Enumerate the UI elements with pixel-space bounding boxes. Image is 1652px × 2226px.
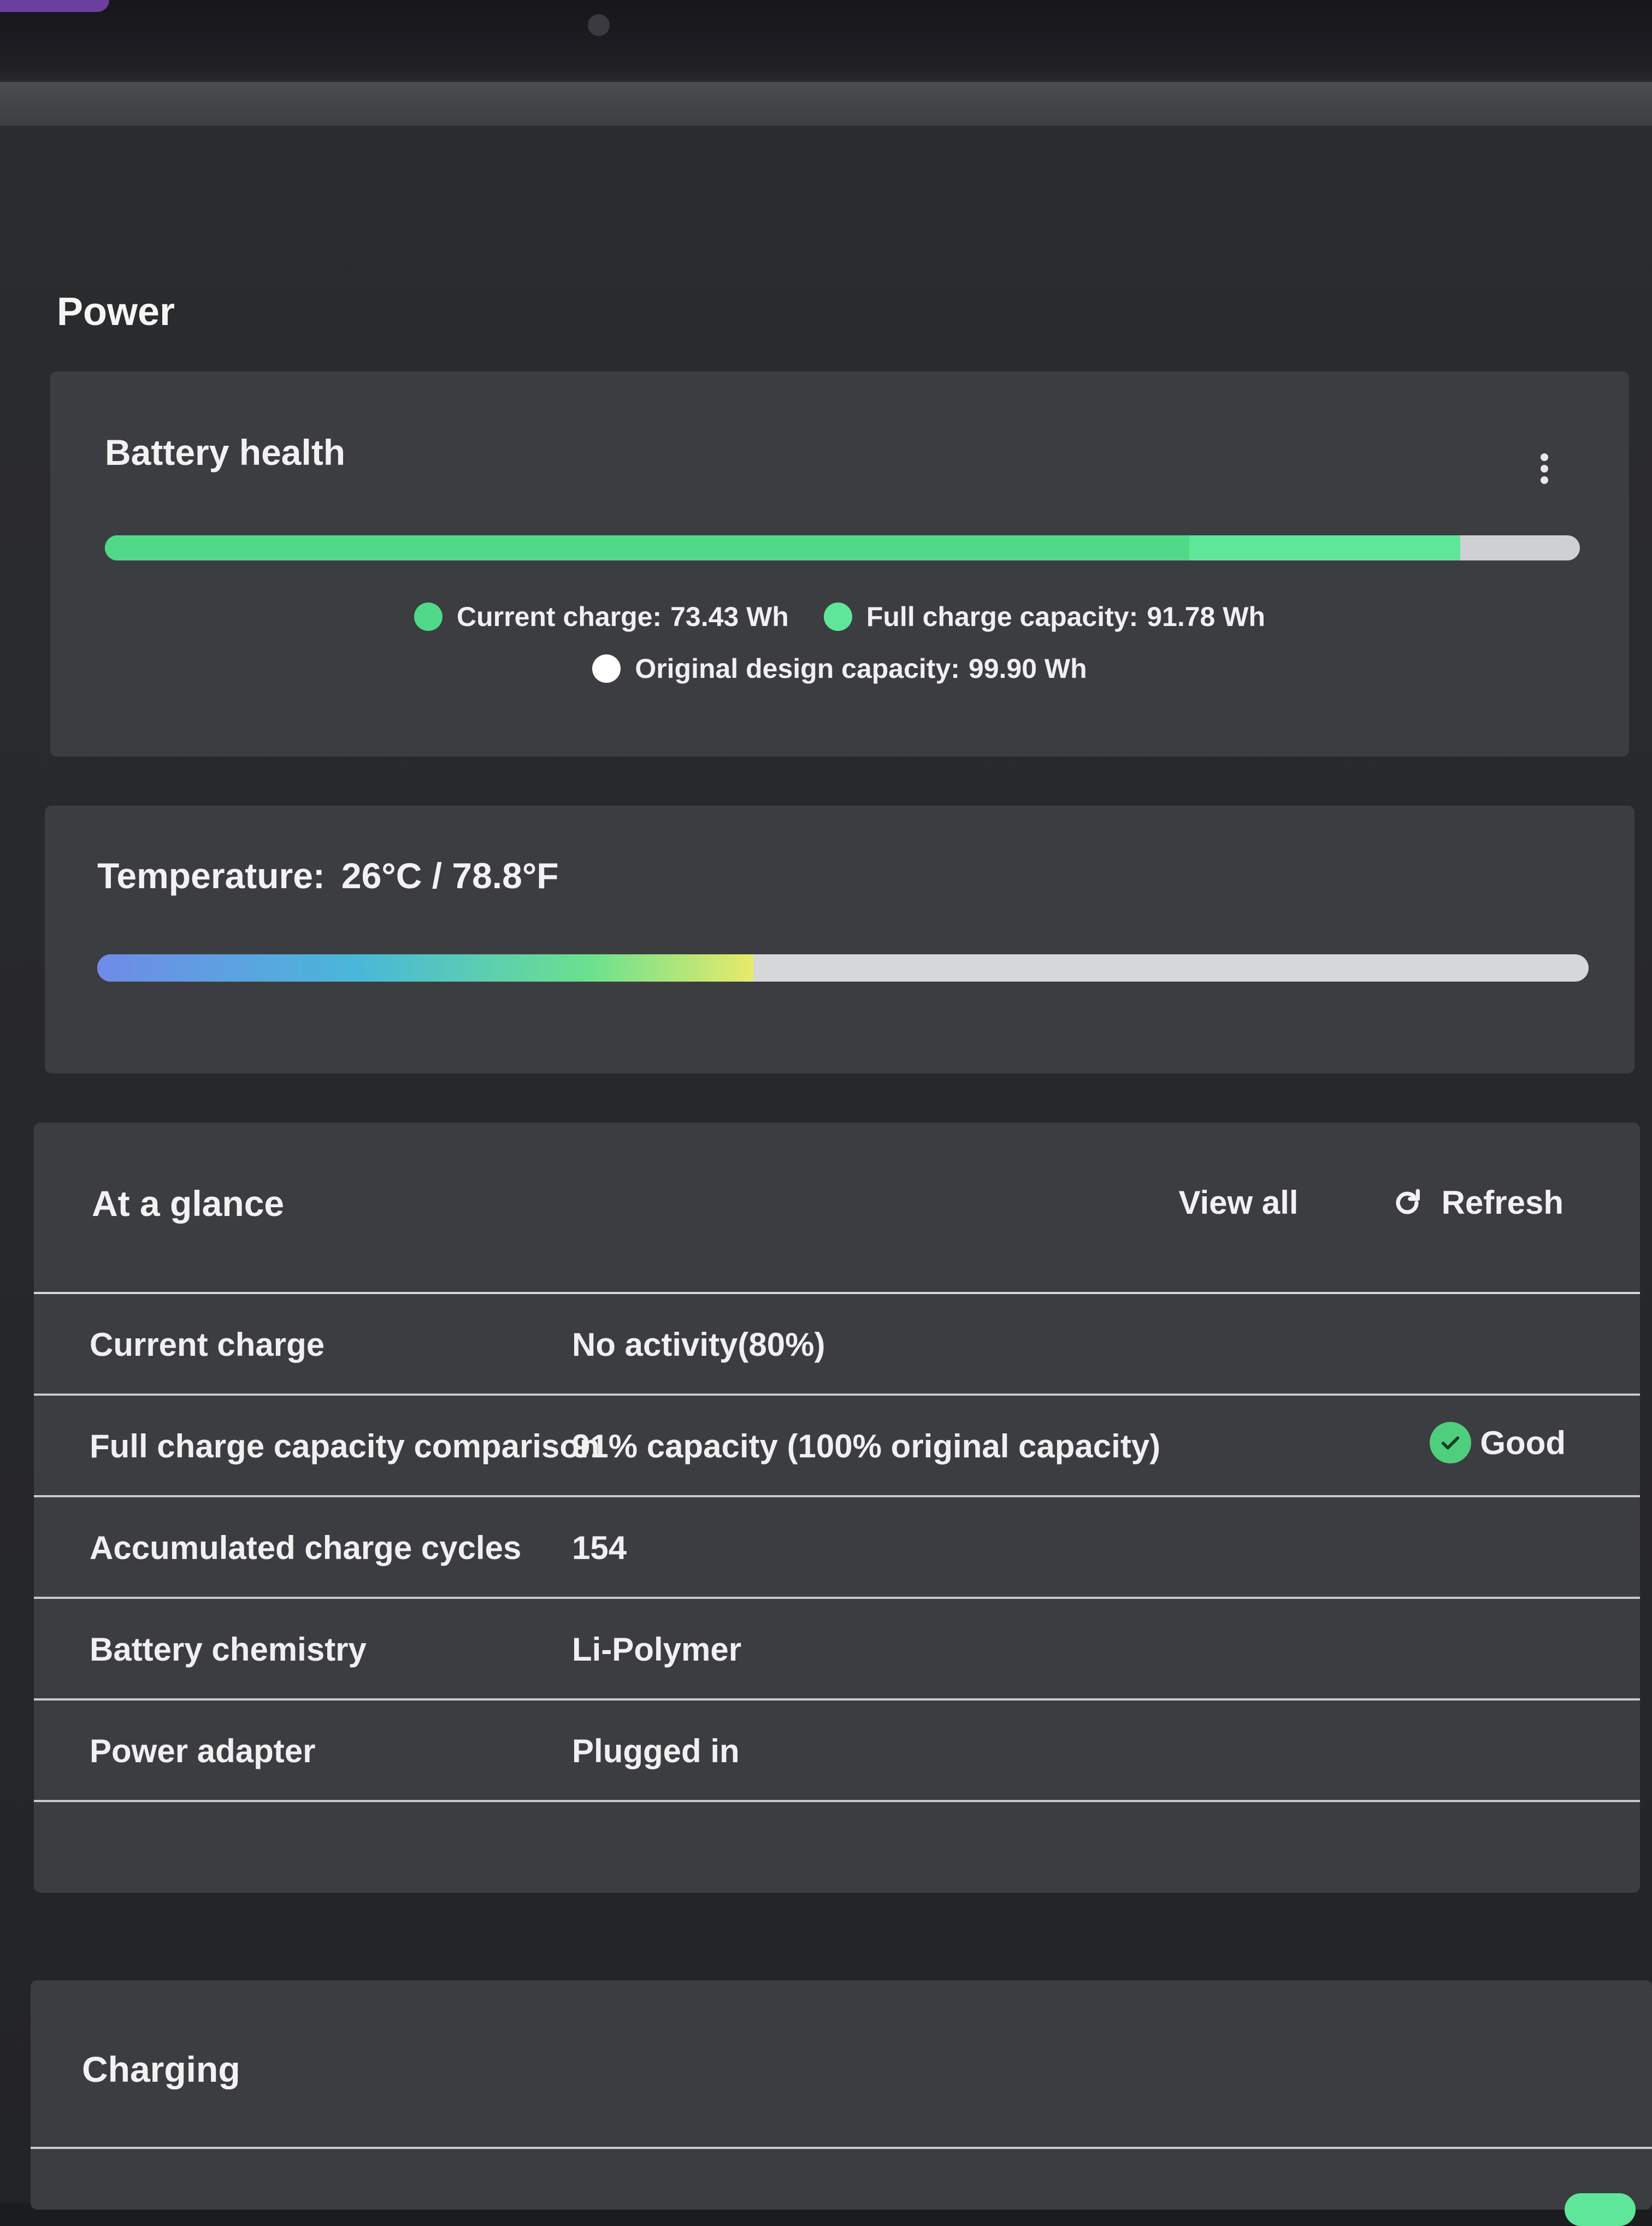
charging-header-divider: [31, 2147, 1652, 2149]
legend-current-charge: Current charge: 73.43 Wh: [414, 601, 789, 633]
status-label: Good: [1480, 1424, 1566, 1461]
current-charge-dot-icon: [414, 603, 443, 631]
legend-current-label: Current charge:: [457, 601, 662, 632]
table-row: Battery chemistry Li-Polymer: [34, 1599, 1640, 1701]
refresh-icon: [1396, 1189, 1420, 1214]
row-value-capacity-comparison: 91% capacity (100% original capacity): [572, 1428, 1161, 1465]
table-row: Power adapter Plugged in: [34, 1701, 1640, 1802]
design-capacity-dot-icon: [592, 654, 621, 683]
battery-legend-row-1: Current charge: 73.43 Wh Full charge cap…: [50, 601, 1629, 633]
current-charge-fill: [105, 535, 1189, 560]
window-top-strip: [0, 82, 1652, 131]
legend-full-value: 91.78 Wh: [1147, 601, 1265, 632]
view-all-link[interactable]: View all: [1179, 1184, 1299, 1221]
legend-full-charge: Full charge capacity: 91.78 Wh: [823, 601, 1265, 633]
table-row: Full charge capacity comparison 91% capa…: [34, 1396, 1640, 1497]
legend-full-label: Full charge capacity:: [866, 601, 1138, 632]
page-title: Power: [57, 290, 175, 334]
more-options-icon[interactable]: [1536, 453, 1553, 484]
temperature-fill: [97, 954, 754, 982]
legend-design-value: 99.90 Wh: [968, 653, 1087, 684]
battery-legend-row-2: Original design capacity: 99.90 Wh: [50, 653, 1629, 684]
temperature-bar: [97, 954, 1589, 982]
status-badge: Good: [1430, 1422, 1566, 1463]
temperature-card: Temperature: 26°C / 78.8°F: [45, 806, 1635, 1073]
legend-design-label: Original design capacity:: [635, 653, 960, 684]
row-label-charge-cycles: Accumulated charge cycles: [90, 1530, 522, 1566]
refresh-button[interactable]: Refresh: [1391, 1184, 1564, 1221]
monitor-bezel: [0, 0, 1652, 82]
temperature-title: Temperature: 26°C / 78.8°F: [97, 855, 559, 896]
at-a-glance-card: At a glance View all Refresh Current cha…: [34, 1123, 1640, 1893]
charging-title: Charging: [82, 2049, 240, 2089]
row-label-capacity-comparison: Full charge capacity comparison: [90, 1428, 600, 1465]
row-label-battery-chemistry: Battery chemistry: [90, 1631, 367, 1668]
temperature-label: Temperature:: [97, 855, 325, 896]
battery-health-title: Battery health: [105, 432, 346, 473]
glance-table: Current charge No activity(80%) Full cha…: [34, 1294, 1640, 1802]
row-value-battery-chemistry: Li-Polymer: [572, 1631, 742, 1668]
charging-card: Charging: [31, 1980, 1652, 2226]
glance-actions: View all Refresh: [1179, 1184, 1564, 1221]
refresh-label: Refresh: [1441, 1184, 1564, 1221]
table-row: Accumulated charge cycles 154: [34, 1497, 1640, 1599]
temperature-value: 26°C / 78.8°F: [341, 855, 559, 896]
at-a-glance-title: At a glance: [92, 1183, 285, 1224]
charging-toggle[interactable]: [1565, 2193, 1636, 2226]
battery-health-card: Battery health Current charge: 73.43 Wh …: [50, 371, 1629, 757]
webcam-icon: [588, 14, 610, 36]
table-row: Current charge No activity(80%): [34, 1294, 1640, 1396]
legend-design-capacity: Original design capacity: 99.90 Wh: [592, 653, 1087, 684]
check-circle-icon: [1430, 1422, 1472, 1463]
row-label-current-charge: Current charge: [90, 1326, 325, 1363]
row-label-power-adapter: Power adapter: [90, 1733, 316, 1769]
battery-capacity-bar: [105, 535, 1580, 560]
full-charge-dot-icon: [823, 603, 852, 631]
row-value-current-charge: No activity(80%): [572, 1326, 825, 1363]
legend-current-value: 73.43 Wh: [670, 601, 789, 632]
row-value-power-adapter: Plugged in: [572, 1733, 740, 1769]
bezel-accent: [0, 0, 109, 12]
row-value-charge-cycles: 154: [572, 1530, 627, 1566]
